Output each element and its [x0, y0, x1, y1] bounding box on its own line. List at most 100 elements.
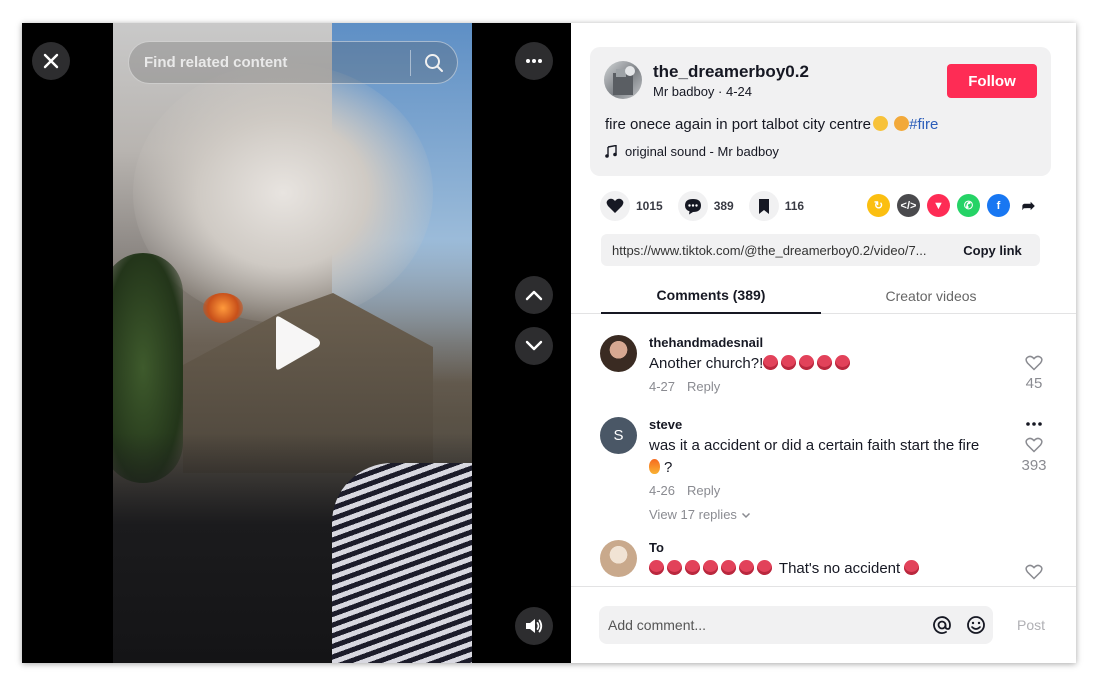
send-to-friends-icon[interactable]: ▼ [927, 194, 950, 217]
reply-button[interactable]: Reply [687, 379, 720, 394]
comment-text: Another church?! [649, 353, 999, 375]
author-card: the_dreamerboy0.2 Mr badboy · 4-24 Follo… [590, 47, 1051, 176]
comment-like-count: 393 [1021, 457, 1047, 474]
tab-creator-videos[interactable]: Creator videos [821, 278, 1041, 314]
comment-like-button[interactable]: 45 [1016, 355, 1052, 392]
embed-icon[interactable]: </> [897, 194, 920, 217]
video-fire [203, 293, 243, 323]
whatsapp-icon[interactable]: ✆ [957, 194, 980, 217]
comment-text-content: was it a accident or did a certain faith… [649, 437, 980, 454]
video-pane: Find related content [22, 23, 571, 663]
next-video-button[interactable] [515, 327, 553, 365]
comment-button[interactable]: 389 [677, 191, 734, 221]
chevron-down-icon [741, 512, 750, 519]
share-arrow-icon[interactable]: ➦ [1017, 194, 1040, 217]
angry-emoji-icon [721, 560, 736, 575]
reply-button[interactable]: Reply [687, 483, 720, 498]
fire-emoji-icon [649, 459, 660, 474]
heart-outline-icon [1025, 355, 1043, 371]
bookmark-icon [758, 198, 769, 214]
volume-button[interactable] [515, 607, 553, 645]
angry-emoji-icon [817, 355, 833, 370]
caption-text: fire onece again in port talbot city cen… [605, 116, 871, 133]
angry-emoji-icon [685, 560, 700, 575]
hashtag-link[interactable]: #fire [909, 116, 938, 133]
video-foreground-person [332, 463, 472, 663]
emoji-icon[interactable] [959, 615, 993, 635]
comment-date: 4-27 [649, 379, 676, 394]
video-caption: fire onece again in port talbot city cen… [605, 116, 938, 133]
angry-emoji-icon [835, 355, 851, 370]
comment-item: To That's no accident [600, 540, 1060, 586]
angry-emoji-icon [757, 560, 772, 575]
comment-text-content: That's no accident [778, 560, 901, 577]
comment-avatar[interactable]: S [600, 417, 637, 454]
save-count: 116 [784, 199, 805, 213]
comment-input[interactable]: Add comment... [599, 606, 993, 644]
comment-text-end: ? [664, 459, 673, 476]
chevron-down-icon [525, 340, 543, 351]
follow-button[interactable]: Follow [947, 64, 1037, 98]
post-comment-button[interactable]: Post [1017, 617, 1045, 633]
comment-avatar[interactable] [600, 335, 637, 372]
share-link-box: https://www.tiktok.com/@the_dreamerboy0.… [601, 234, 1040, 266]
previous-video-button[interactable] [515, 276, 553, 314]
heart-outline-icon [1025, 437, 1043, 453]
play-icon[interactable] [272, 315, 322, 371]
share-icons: ↻ </> ▼ ✆ f ➦ [867, 194, 1040, 217]
volume-icon [526, 619, 543, 633]
comment-text-content: Another church?! [649, 355, 764, 372]
comment-username[interactable]: steve [649, 417, 682, 432]
tab-comments[interactable]: Comments (389) [601, 278, 821, 314]
copy-link-button[interactable]: Copy link [945, 243, 1040, 258]
details-panel: the_dreamerboy0.2 Mr badboy · 4-24 Follo… [571, 23, 1076, 663]
comment-meta: 4-26 Reply [649, 483, 720, 498]
ellipsis-icon [526, 59, 542, 63]
save-button[interactable]: 116 [748, 191, 805, 221]
author-username[interactable]: the_dreamerboy0.2 [653, 62, 809, 82]
repost-icon[interactable]: ↻ [867, 194, 890, 217]
like-button[interactable]: 1015 [600, 191, 663, 221]
author-avatar[interactable] [604, 61, 642, 99]
angry-emoji-icon [703, 560, 718, 575]
dizzy-emoji-icon [894, 116, 910, 131]
related-search-input[interactable]: Find related content [128, 41, 458, 84]
comment-item: S steve was it a accident or did a certa… [600, 417, 1060, 527]
more-options-button[interactable] [515, 42, 553, 80]
comment-avatar[interactable] [600, 540, 637, 577]
comment-text: That's no accident [649, 558, 999, 580]
angry-emoji-icon [667, 560, 682, 575]
panel-tabs: Comments (389) Creator videos [571, 278, 1076, 314]
ellipsis-icon[interactable] [1024, 421, 1044, 427]
comment-like-button[interactable] [1016, 564, 1052, 584]
angry-emoji-icon [781, 355, 797, 370]
comment-composer: Add comment... Post [571, 586, 1076, 663]
angry-emoji-icon [763, 355, 779, 370]
dizzy-emoji-icon [873, 116, 888, 131]
comment-text: was it a accident or did a certain faith… [649, 435, 999, 479]
angry-emoji-icon [649, 560, 664, 575]
comment-date: 4-26 [649, 483, 676, 498]
heart-icon [606, 198, 624, 213]
action-bar: 1015 389 116 [600, 191, 819, 221]
chevron-up-icon [525, 290, 543, 301]
comment-username[interactable]: thehandmadesnail [649, 335, 763, 350]
mention-icon[interactable] [925, 615, 959, 635]
comment-item: thehandmadesnail Another church?! 4-27 Re… [600, 335, 1060, 405]
comment-username[interactable]: To [649, 540, 664, 555]
comment-like-count: 45 [1025, 375, 1043, 392]
angry-emoji-icon [904, 560, 920, 575]
like-count: 1015 [636, 199, 663, 213]
comment-meta: 4-27 Reply [649, 379, 720, 394]
facebook-icon[interactable]: f [987, 194, 1010, 217]
view-replies-button[interactable]: View 17 replies [649, 507, 751, 522]
author-display-name: Mr badboy · 4-24 [653, 84, 752, 99]
sound-link[interactable]: original sound - Mr badboy [605, 144, 779, 159]
angry-emoji-icon [799, 355, 815, 370]
search-icon[interactable] [411, 53, 457, 73]
sound-label: original sound - Mr badboy [625, 144, 779, 159]
share-link-url[interactable]: https://www.tiktok.com/@the_dreamerboy0.… [601, 243, 945, 258]
comment-like-button[interactable]: 393 [1016, 437, 1052, 474]
view-replies-label: View 17 replies [649, 507, 737, 522]
close-button[interactable] [32, 42, 70, 80]
